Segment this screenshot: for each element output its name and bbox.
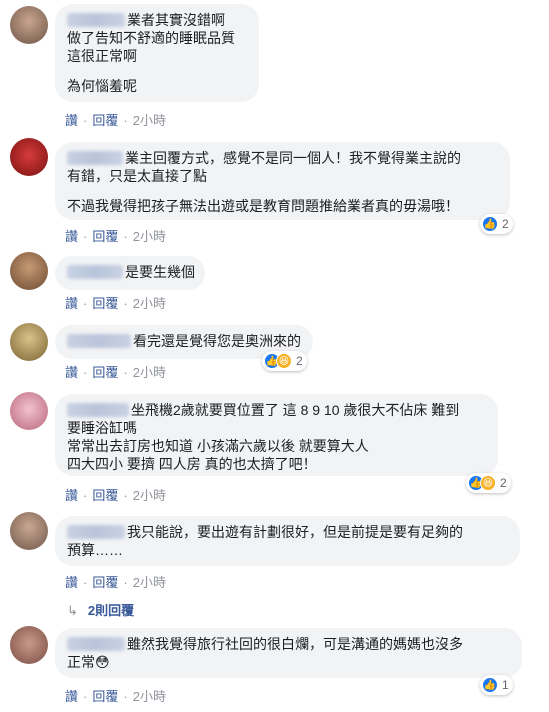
reaction-count: 2 — [502, 217, 509, 231]
blurred-author-name[interactable] — [67, 265, 123, 279]
comment-text-line: 有錯，只是太直接了點 — [67, 168, 207, 184]
like-link[interactable]: 讚 — [65, 362, 78, 381]
timestamp[interactable]: 2小時 — [133, 362, 166, 381]
comment-actions: 讚 · 回覆 · 2小時 — [65, 572, 166, 591]
reaction-count: 2 — [296, 354, 303, 368]
thumbs-up-icon: 👍 — [482, 677, 498, 693]
reply-link[interactable]: 回覆 — [92, 572, 118, 591]
reply-link[interactable]: 回覆 — [92, 362, 118, 381]
avatar[interactable] — [10, 323, 48, 361]
blurred-author-name[interactable] — [67, 403, 129, 417]
comment-bubble: 雖然我覺得旅行社回的很白爛，可是溝通的媽媽也沒多 正常😳 — [55, 628, 522, 678]
comment-text-line: 業者其實沒錯啊 — [127, 12, 225, 28]
reply-link[interactable]: 回覆 — [92, 293, 118, 312]
comment-text-line: 正常😳 — [67, 654, 110, 670]
timestamp[interactable]: 2小時 — [133, 226, 166, 245]
comment-actions: 讚 · 回覆 · 2小時 — [65, 226, 166, 245]
avatar[interactable] — [10, 6, 48, 44]
like-link[interactable]: 讚 — [65, 485, 78, 504]
comment-bubble: 我只能說，要出遊有計劃很好，但是前提是要有足夠的 預算…… — [55, 516, 520, 566]
reply-link[interactable]: 回覆 — [92, 226, 118, 245]
timestamp[interactable]: 2小時 — [133, 485, 166, 504]
like-link[interactable]: 讚 — [65, 686, 78, 705]
reaction-count: 1 — [502, 678, 509, 692]
avatar[interactable] — [10, 252, 48, 290]
reaction-summary[interactable]: 👍 2 — [480, 214, 513, 234]
avatar[interactable] — [10, 392, 48, 430]
comment-text-line: 坐飛機2歲就要買位置了 這 8 9 10 歲很大不佔床 難到 — [131, 402, 460, 418]
blurred-author-name[interactable] — [67, 637, 125, 651]
timestamp[interactable]: 2小時 — [133, 110, 166, 129]
comment-actions: 讚 · 回覆 · 2小時 — [65, 362, 166, 381]
reply-link[interactable]: 回覆 — [92, 485, 118, 504]
like-link[interactable]: 讚 — [65, 572, 78, 591]
avatar[interactable] — [10, 512, 48, 550]
blurred-author-name[interactable] — [67, 525, 125, 539]
reaction-summary[interactable]: 👍 1 — [480, 675, 513, 695]
reaction-summary[interactable]: 👍 😆 2 — [262, 351, 307, 371]
like-link[interactable]: 讚 — [65, 293, 78, 312]
timestamp[interactable]: 2小時 — [133, 572, 166, 591]
laughing-face-icon: 😆 — [480, 475, 496, 491]
reply-link[interactable]: 回覆 — [92, 110, 118, 129]
comment-text-line: 這很正常啊 — [67, 48, 137, 64]
comment-text-line: 是要生幾個 — [125, 264, 195, 280]
avatar[interactable] — [10, 138, 48, 176]
laughing-face-icon: 😆 — [276, 353, 292, 369]
avatar[interactable] — [10, 626, 48, 664]
comment-bubble: 業主回覆方式，感覺不是同一個人！我不覺得業主說的 有錯，只是太直接了點 不過我覺… — [55, 142, 510, 220]
comment-actions: 讚 · 回覆 · 2小時 — [65, 485, 166, 504]
blurred-author-name[interactable] — [67, 334, 131, 348]
comment-text-line: 要睡浴缸嗎 — [67, 420, 137, 436]
comment-bubble: 業者其實沒錯啊 做了告知不舒適的睡眠品質 這很正常啊 為何惱羞呢 — [55, 4, 259, 102]
timestamp[interactable]: 2小時 — [133, 293, 166, 312]
reaction-count: 2 — [500, 476, 507, 490]
reply-arrow-icon: ↳ — [67, 603, 78, 618]
comment-text-line: 為何惱羞呢 — [67, 78, 137, 94]
like-link[interactable]: 讚 — [65, 110, 78, 129]
view-replies-link[interactable]: ↳ 2則回覆 — [67, 600, 134, 619]
comment-text-line: 四大四小 要擠 四人房 真的也太擠了吧！ — [67, 456, 317, 472]
timestamp[interactable]: 2小時 — [133, 686, 166, 705]
comment-text-line: 不過我覺得把孩子無法出遊或是教育問題推給業者真的毋湯哦！ — [67, 198, 459, 214]
reaction-summary[interactable]: 👍 😆 2 — [466, 473, 511, 493]
replies-label: 2則回覆 — [87, 603, 135, 618]
thumbs-up-icon: 👍 — [482, 216, 498, 232]
comment-text-line: 做了告知不舒適的睡眠品質 — [67, 30, 235, 46]
comment-actions: 讚 · 回覆 · 2小時 — [65, 110, 166, 129]
comment-text-line: 預算…… — [67, 542, 123, 558]
comment-bubble: 坐飛機2歲就要買位置了 這 8 9 10 歲很大不佔床 難到 要睡浴缸嗎 常常出… — [55, 394, 498, 476]
blurred-author-name[interactable] — [67, 13, 125, 27]
comment-text-line: 看完還是覺得您是奧洲來的 — [133, 333, 301, 349]
comment-text-line: 業主回覆方式，感覺不是同一個人！我不覺得業主說的 — [125, 150, 461, 166]
comment-actions: 讚 · 回覆 · 2小時 — [65, 686, 166, 705]
like-link[interactable]: 讚 — [65, 226, 78, 245]
comment-text-line: 我只能說，要出遊有計劃很好，但是前提是要有足夠的 — [127, 524, 463, 540]
reply-link[interactable]: 回覆 — [92, 686, 118, 705]
comment-bubble: 是要生幾個 — [55, 256, 205, 290]
blurred-author-name[interactable] — [67, 151, 123, 165]
comment-actions: 讚 · 回覆 · 2小時 — [65, 293, 166, 312]
comment-text-line: 雖然我覺得旅行社回的很白爛，可是溝通的媽媽也沒多 — [127, 636, 463, 652]
comment-text-line: 常常出去訂房也知道 小孩滿六歲以後 就要算大人 — [67, 438, 369, 454]
